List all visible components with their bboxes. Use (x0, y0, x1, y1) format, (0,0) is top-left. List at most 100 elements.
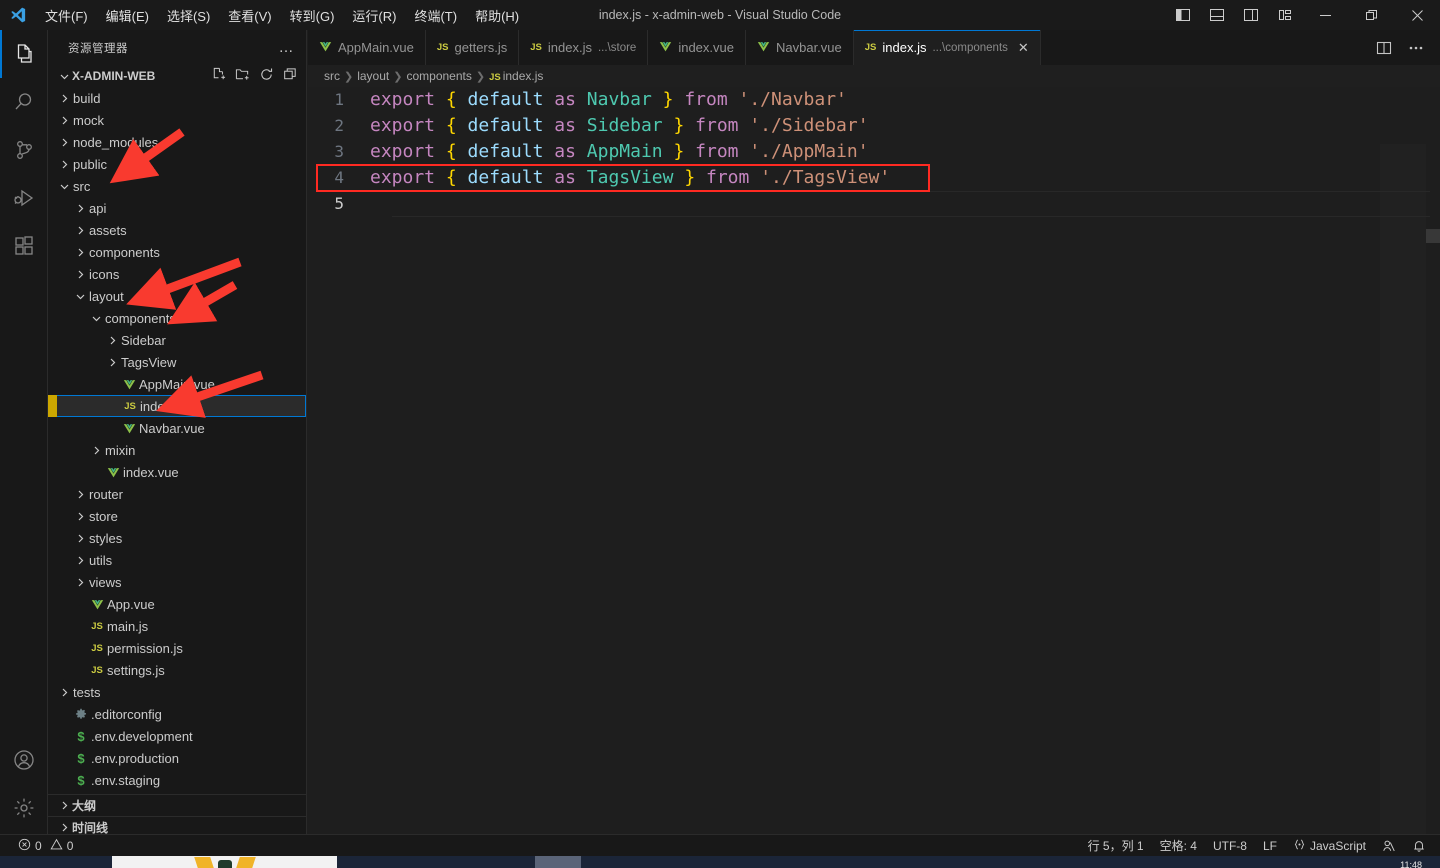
menu-terminal[interactable]: 终端(T) (405, 2, 466, 29)
chevron-right-icon[interactable] (56, 137, 72, 148)
breadcrumb-item-layout[interactable]: layout (357, 69, 389, 83)
code-line-5[interactable]: 5 (308, 191, 1440, 217)
file-tree[interactable]: build mock node_modules public src api assets c… (48, 87, 306, 794)
chevron-down-icon[interactable] (72, 291, 88, 302)
encoding-status[interactable]: UTF-8 (1205, 835, 1255, 857)
outline-section[interactable]: 大纲 (48, 794, 306, 816)
tree-row[interactable]: assets (48, 219, 306, 241)
window-close-icon[interactable] (1394, 0, 1440, 30)
tree-row[interactable]: layout (48, 285, 306, 307)
editor-tab-index-vue-3[interactable]: index.vue (648, 30, 746, 65)
code-line-1[interactable]: 1 export { default as Navbar } from './Na… (308, 87, 1440, 113)
problems-status[interactable]: 0 0 (10, 835, 81, 857)
activity-accounts[interactable] (0, 736, 48, 784)
chevron-right-icon[interactable] (72, 533, 88, 544)
menu-run[interactable]: 运行(R) (343, 2, 405, 29)
chevron-right-icon[interactable] (88, 445, 104, 456)
tree-row[interactable]: components (48, 307, 306, 329)
chevron-right-icon[interactable] (56, 687, 72, 698)
code-line-4[interactable]: 4 export { default as TagsView } from './… (308, 165, 1440, 191)
menu-help[interactable]: 帮助(H) (466, 2, 528, 29)
chevron-right-icon[interactable] (72, 555, 88, 566)
editor-tab-navbar-vue-4[interactable]: Navbar.vue (745, 30, 854, 65)
activity-run-debug[interactable] (0, 174, 48, 222)
code-line-2[interactable]: 2 export { default as Sidebar } from './S… (308, 113, 1440, 139)
breadcrumb-item-components[interactable]: components (406, 69, 471, 83)
language-status[interactable]: JavaScript (1285, 835, 1374, 857)
tree-row[interactable]: JS permission.js (48, 637, 306, 659)
tree-row[interactable]: JS settings.js (48, 659, 306, 681)
tree-row[interactable]: $ .env.development (48, 725, 306, 747)
code-line-3[interactable]: 3 export { default as AppMain } from './A… (308, 139, 1440, 165)
tree-row[interactable]: JS main.js (48, 615, 306, 637)
collapse-folders-icon[interactable] (283, 67, 298, 85)
minimap[interactable] (1380, 144, 1426, 838)
chevron-right-icon[interactable] (72, 225, 88, 236)
feedback-icon[interactable] (1374, 835, 1404, 857)
tree-row[interactable]: node_modules (48, 131, 306, 153)
taskbar-active-item[interactable] (535, 856, 581, 868)
chevron-right-icon[interactable] (72, 247, 88, 258)
activity-explorer[interactable] (0, 30, 48, 78)
toggle-primary-sidebar-icon[interactable] (1166, 0, 1200, 30)
breadcrumb-item-index-js[interactable]: JS index.js (489, 69, 543, 83)
tree-row[interactable]: public (48, 153, 306, 175)
editor-tab-index-js-5[interactable]: JS index.js ...\components ✕ (853, 30, 1041, 65)
split-editor-right-icon[interactable] (1370, 33, 1398, 63)
chevron-right-icon[interactable] (72, 489, 88, 500)
menu-file[interactable]: 文件(F) (36, 2, 97, 29)
tree-row[interactable]: mock (48, 109, 306, 131)
tree-row[interactable]: styles (48, 527, 306, 549)
tree-row[interactable]: App.vue (48, 593, 306, 615)
tree-row[interactable]: $ .env.production (48, 747, 306, 769)
project-root-header[interactable]: X-ADMIN-WEB (48, 65, 306, 87)
tree-row-selected[interactable]: JS index.js (48, 395, 306, 417)
activity-settings[interactable] (0, 784, 48, 832)
tree-row[interactable]: tests (48, 681, 306, 703)
chevron-right-icon[interactable] (72, 577, 88, 588)
editor-more-actions-icon[interactable] (1402, 33, 1430, 63)
tree-row[interactable]: store (48, 505, 306, 527)
toggle-panel-icon[interactable] (1200, 0, 1234, 30)
activity-search[interactable] (0, 78, 48, 126)
editor-scrollbar[interactable] (1426, 144, 1440, 838)
editor-tab-getters-js-1[interactable]: JS getters.js (425, 30, 520, 65)
cursor-position[interactable]: 行 5，列 1 (1080, 835, 1152, 857)
refresh-explorer-icon[interactable] (259, 67, 274, 85)
tree-row[interactable]: components (48, 241, 306, 263)
tree-row[interactable]: router (48, 483, 306, 505)
breadcrumb-item-src[interactable]: src (324, 69, 340, 83)
menu-go[interactable]: 转到(G) (281, 2, 344, 29)
tab-close-icon[interactable]: ✕ (1018, 40, 1029, 56)
menu-selection[interactable]: 选择(S) (158, 2, 219, 29)
window-minimize-icon[interactable] (1302, 0, 1348, 30)
menu-edit[interactable]: 编辑(E) (97, 2, 158, 29)
new-file-icon[interactable] (211, 67, 226, 85)
window-restore-icon[interactable] (1348, 0, 1394, 30)
editor-tab-appmain-vue-0[interactable]: AppMain.vue (308, 30, 426, 65)
tree-row[interactable]: $ .env.staging (48, 769, 306, 791)
customize-layout-icon[interactable] (1268, 0, 1302, 30)
tree-row[interactable]: .editorconfig (48, 703, 306, 725)
tree-row[interactable]: mixin (48, 439, 306, 461)
chevron-right-icon[interactable] (72, 269, 88, 280)
chevron-right-icon[interactable] (104, 335, 120, 346)
chevron-right-icon[interactable] (72, 203, 88, 214)
chevron-right-icon[interactable] (56, 115, 72, 126)
new-folder-icon[interactable] (235, 67, 250, 85)
chevron-right-icon[interactable] (56, 159, 72, 170)
toggle-secondary-sidebar-icon[interactable] (1234, 0, 1268, 30)
chevron-right-icon[interactable] (72, 511, 88, 522)
editor-scrollbar-thumb[interactable] (1426, 229, 1440, 243)
notifications-bell-icon[interactable] (1404, 835, 1434, 857)
explorer-more-actions-icon[interactable]: … (273, 40, 301, 55)
tree-row[interactable]: TagsView (48, 351, 306, 373)
menu-view[interactable]: 查看(V) (219, 2, 280, 29)
breadcrumb[interactable]: src ❯ layout ❯ components ❯ JS index.js (308, 65, 1440, 87)
activity-source-control[interactable] (0, 126, 48, 174)
tree-row[interactable]: src (48, 175, 306, 197)
tree-row[interactable]: views (48, 571, 306, 593)
indentation-status[interactable]: 空格: 4 (1152, 835, 1205, 857)
tree-row[interactable]: api (48, 197, 306, 219)
tree-row[interactable]: utils (48, 549, 306, 571)
